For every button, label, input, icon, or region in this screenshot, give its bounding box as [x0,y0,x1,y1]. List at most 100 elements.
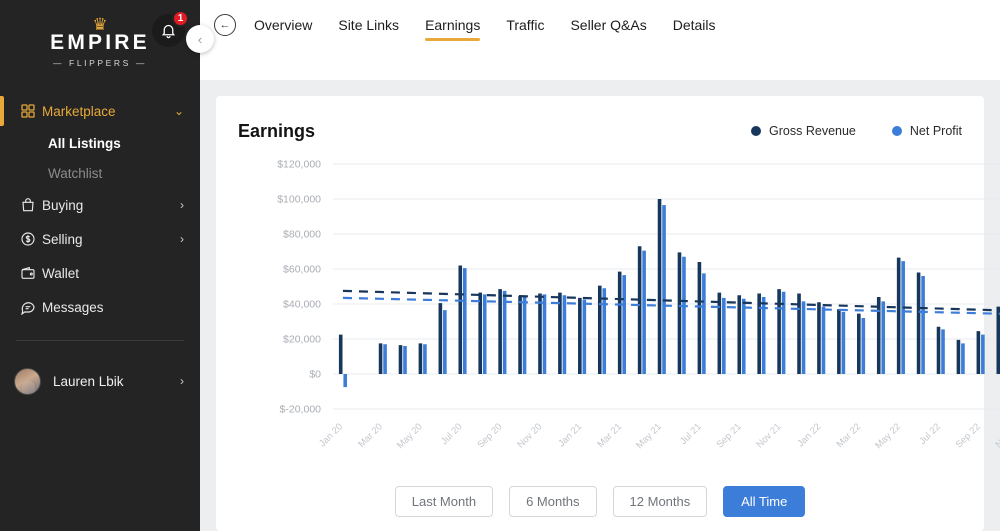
y-axis-tick-label: $120,000 [277,159,321,171]
chart-bar [841,311,846,374]
tab-traffic[interactable]: Traffic [506,0,544,33]
user-name: Lauren Lbik [53,373,124,389]
chart-bar [677,252,682,374]
sidebar-subitem-label: Watchlist [48,165,103,181]
chart-bar [338,334,343,374]
chart-bar [996,306,1000,374]
chart-bar [722,297,726,374]
legend-color-dot [751,126,762,136]
topbar: ← Overview Site Links Earnings Traffic S… [200,0,1000,80]
range-button-all-time[interactable]: All Time [723,486,806,517]
tab-site-links[interactable]: Site Links [338,0,399,33]
chat-icon [20,299,42,315]
x-axis-tick-label: Nov 22 [994,421,1000,450]
notification-badge: 1 [172,10,189,27]
x-axis-tick-label: Nov 20 [515,421,544,450]
chart-bar [976,331,981,374]
legend-item-gross-revenue[interactable]: Gross Revenue [751,124,856,138]
y-axis-tick-label: $60,000 [283,264,321,276]
sidebar-item-wallet[interactable]: Wallet [0,256,200,290]
chart-bar [498,289,502,374]
sidebar-item-messages[interactable]: Messages [0,290,200,324]
sidebar-item-label: Selling [42,231,83,247]
chart-bar [896,257,901,374]
legend-color-dot [891,126,902,136]
chart-bar [562,295,567,374]
x-axis-tick-label: Jul 21 [678,421,704,447]
sidebar-subitem-label: All Listings [48,135,121,151]
tab-earnings[interactable]: Earnings [425,0,481,41]
chart-bar [757,293,761,374]
sidebar-collapse-button[interactable]: ‹ [186,25,214,53]
sidebar-nav: Marketplace ⌄ All Listings Watchlist Buy… [0,94,200,324]
chart-bar [423,344,427,374]
chart-bar [797,293,801,374]
x-axis-tick-label: Jul 22 [917,421,943,447]
tab-overview[interactable]: Overview [254,0,312,33]
sidebar-item-label: Marketplace [42,103,116,119]
chart-bar [801,301,806,374]
chart-bar [657,199,662,374]
chart-bar [741,298,746,374]
chart-bar [558,292,562,374]
range-selector: Last Month 6 Months 12 Months All Time [216,486,984,517]
sidebar-item-label: Buying [42,197,84,213]
crown-icon: ♛ [92,14,108,34]
sidebar-item-marketplace[interactable]: Marketplace ⌄ [0,94,200,128]
chart-legend: Gross Revenue Net Profit [715,124,962,138]
chart-bar [482,294,487,374]
tab-details[interactable]: Details [673,0,716,33]
chart-bar [981,334,985,374]
y-axis-tick-label: $100,000 [277,194,321,206]
chart-bar [518,296,522,374]
chart-bar [702,273,706,374]
sidebar-user-row[interactable]: Lauren Lbik › [0,361,200,401]
chart-bar [542,294,547,374]
chart-bar [817,302,821,374]
sidebar-item-label: Messages [42,299,104,315]
chart-bar [522,297,527,374]
wallet-icon [20,265,42,281]
chart-bar [921,276,925,374]
chart-bar [418,343,423,374]
range-button-6-months[interactable]: 6 Months [509,486,597,517]
tab-seller-qas[interactable]: Seller Q&As [570,0,646,33]
earnings-chart: $120,000 $100,000 $80,000 $60,000 $40,000 $20… [238,154,1000,484]
chart-bar [403,346,407,374]
brand-subtitle: — FLIPPERS — [52,57,148,68]
y-axis-tick-label: $0 [309,369,321,381]
chart-bar [901,261,905,374]
chevron-right-icon: › [180,374,184,388]
legend-item-net-profit[interactable]: Net Profit [891,124,962,138]
x-axis-tick-label: Mar 22 [834,421,863,450]
chart-bar [438,303,443,374]
chart-bar [582,299,587,374]
notification-bell-button[interactable]: 1 [152,10,189,47]
chart-bar [343,374,348,388]
chart-bar [916,272,921,374]
sidebar-divider [16,340,184,341]
page-title: Earnings [238,120,316,141]
x-axis-tick-label: Mar 21 [595,421,624,450]
chart-bar [462,268,467,374]
sidebar-subitem-watchlist[interactable]: Watchlist [0,158,200,188]
range-button-last-month[interactable]: Last Month [394,486,494,517]
sidebar-item-selling[interactable]: Selling › [0,222,200,256]
x-axis-tick-label: Mar 20 [356,421,385,450]
chart-svg: $120,000 $100,000 $80,000 $60,000 $40,000 $20… [277,159,1000,451]
chart-bar [443,310,447,374]
main-area: ← Overview Site Links Earnings Traffic S… [200,0,1000,531]
chart-bar [458,265,463,374]
chart-bar [737,295,742,374]
chart-bar [837,309,841,374]
back-button[interactable]: ← [214,14,236,36]
chart-bar [777,289,781,374]
range-button-12-months[interactable]: 12 Months [612,486,708,517]
sidebar-item-buying[interactable]: Buying › [0,188,200,222]
sidebar-subitem-all-listings[interactable]: All Listings [0,128,200,158]
chart-bar [538,293,542,374]
chart-bar [861,318,866,374]
x-axis-tick-label: May 21 [634,421,664,451]
x-axis-tick-label: Sep 22 [954,421,983,450]
chevron-right-icon: › [180,232,184,246]
